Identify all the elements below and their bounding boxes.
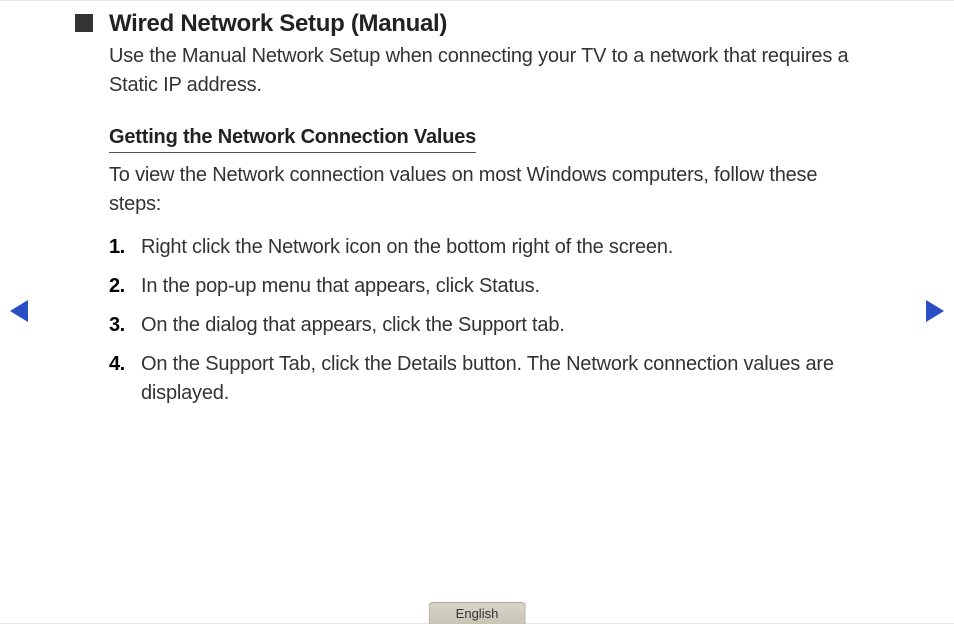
step-text: On the dialog that appears, click the Su… (141, 311, 864, 340)
list-item: 1. Right click the Network icon on the b… (109, 233, 864, 262)
step-number: 1. (109, 233, 141, 262)
language-badge[interactable]: English (429, 602, 526, 624)
page-title: Wired Network Setup (Manual) (109, 10, 447, 38)
page-content: Wired Network Setup (Manual) Use the Man… (0, 0, 954, 408)
step-text: Right click the Network icon on the bott… (141, 233, 864, 262)
step-number: 2. (109, 272, 141, 301)
title-row: Wired Network Setup (Manual) (75, 10, 864, 38)
list-item: 2. In the pop-up menu that appears, clic… (109, 272, 864, 301)
prev-page-arrow-icon[interactable] (10, 300, 28, 322)
sub-section: Getting the Network Connection Values To… (109, 126, 864, 408)
step-number: 4. (109, 350, 141, 408)
intro-text: Use the Manual Network Setup when connec… (109, 42, 864, 100)
square-bullet-icon (75, 14, 93, 32)
list-item: 3. On the dialog that appears, click the… (109, 311, 864, 340)
step-text: In the pop-up menu that appears, click S… (141, 272, 864, 301)
step-text: On the Support Tab, click the Details bu… (141, 350, 864, 408)
next-page-arrow-icon[interactable] (926, 300, 944, 322)
sub-intro-text: To view the Network connection values on… (109, 161, 864, 219)
steps-list: 1. Right click the Network icon on the b… (109, 233, 864, 408)
language-label: English (456, 606, 499, 621)
list-item: 4. On the Support Tab, click the Details… (109, 350, 864, 408)
sub-heading: Getting the Network Connection Values (109, 126, 476, 153)
top-edge (0, 0, 954, 1)
step-number: 3. (109, 311, 141, 340)
